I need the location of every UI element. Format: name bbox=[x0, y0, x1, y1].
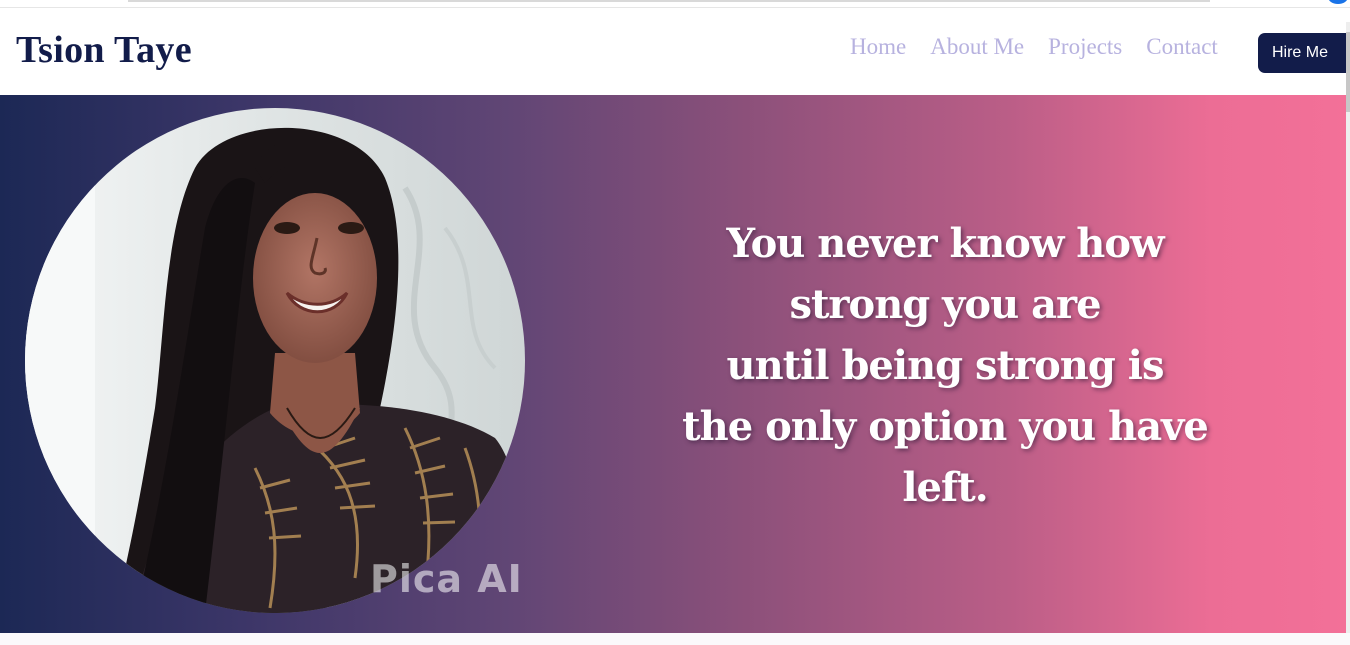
main-nav: Home About Me Projects Contact bbox=[850, 34, 1242, 60]
quote-line: You never know how bbox=[726, 220, 1164, 267]
hero-quote: You never know how strong you are until … bbox=[675, 213, 1215, 518]
browser-profile-icon[interactable] bbox=[1328, 0, 1348, 4]
nav-projects[interactable]: Projects bbox=[1048, 34, 1122, 60]
address-bar-edge bbox=[128, 0, 1210, 2]
page-bottom-strip bbox=[0, 633, 1350, 645]
quote-line: left. bbox=[902, 464, 988, 511]
profile-photo-illustration bbox=[25, 108, 525, 613]
hero-section: Pica AI You never know how strong you ar… bbox=[0, 95, 1346, 633]
site-brand[interactable]: Tsion Taye bbox=[16, 28, 192, 72]
watermark-text: Pica AI bbox=[370, 557, 523, 601]
page-scrollbar[interactable] bbox=[1346, 22, 1350, 635]
quote-line: until being strong is bbox=[726, 342, 1165, 389]
nav-home[interactable]: Home bbox=[850, 34, 906, 60]
browser-top-strip bbox=[0, 0, 1350, 8]
quote-line: the only option you have bbox=[682, 403, 1209, 450]
site-header: Tsion Taye Home About Me Projects Contac… bbox=[0, 8, 1350, 95]
profile-photo bbox=[25, 108, 525, 613]
quote-line: strong you are bbox=[789, 281, 1101, 328]
nav-about-me[interactable]: About Me bbox=[930, 34, 1024, 60]
scrollbar-thumb[interactable] bbox=[1346, 32, 1350, 112]
nav-contact[interactable]: Contact bbox=[1146, 34, 1218, 60]
hire-me-button[interactable]: Hire Me bbox=[1258, 33, 1350, 73]
